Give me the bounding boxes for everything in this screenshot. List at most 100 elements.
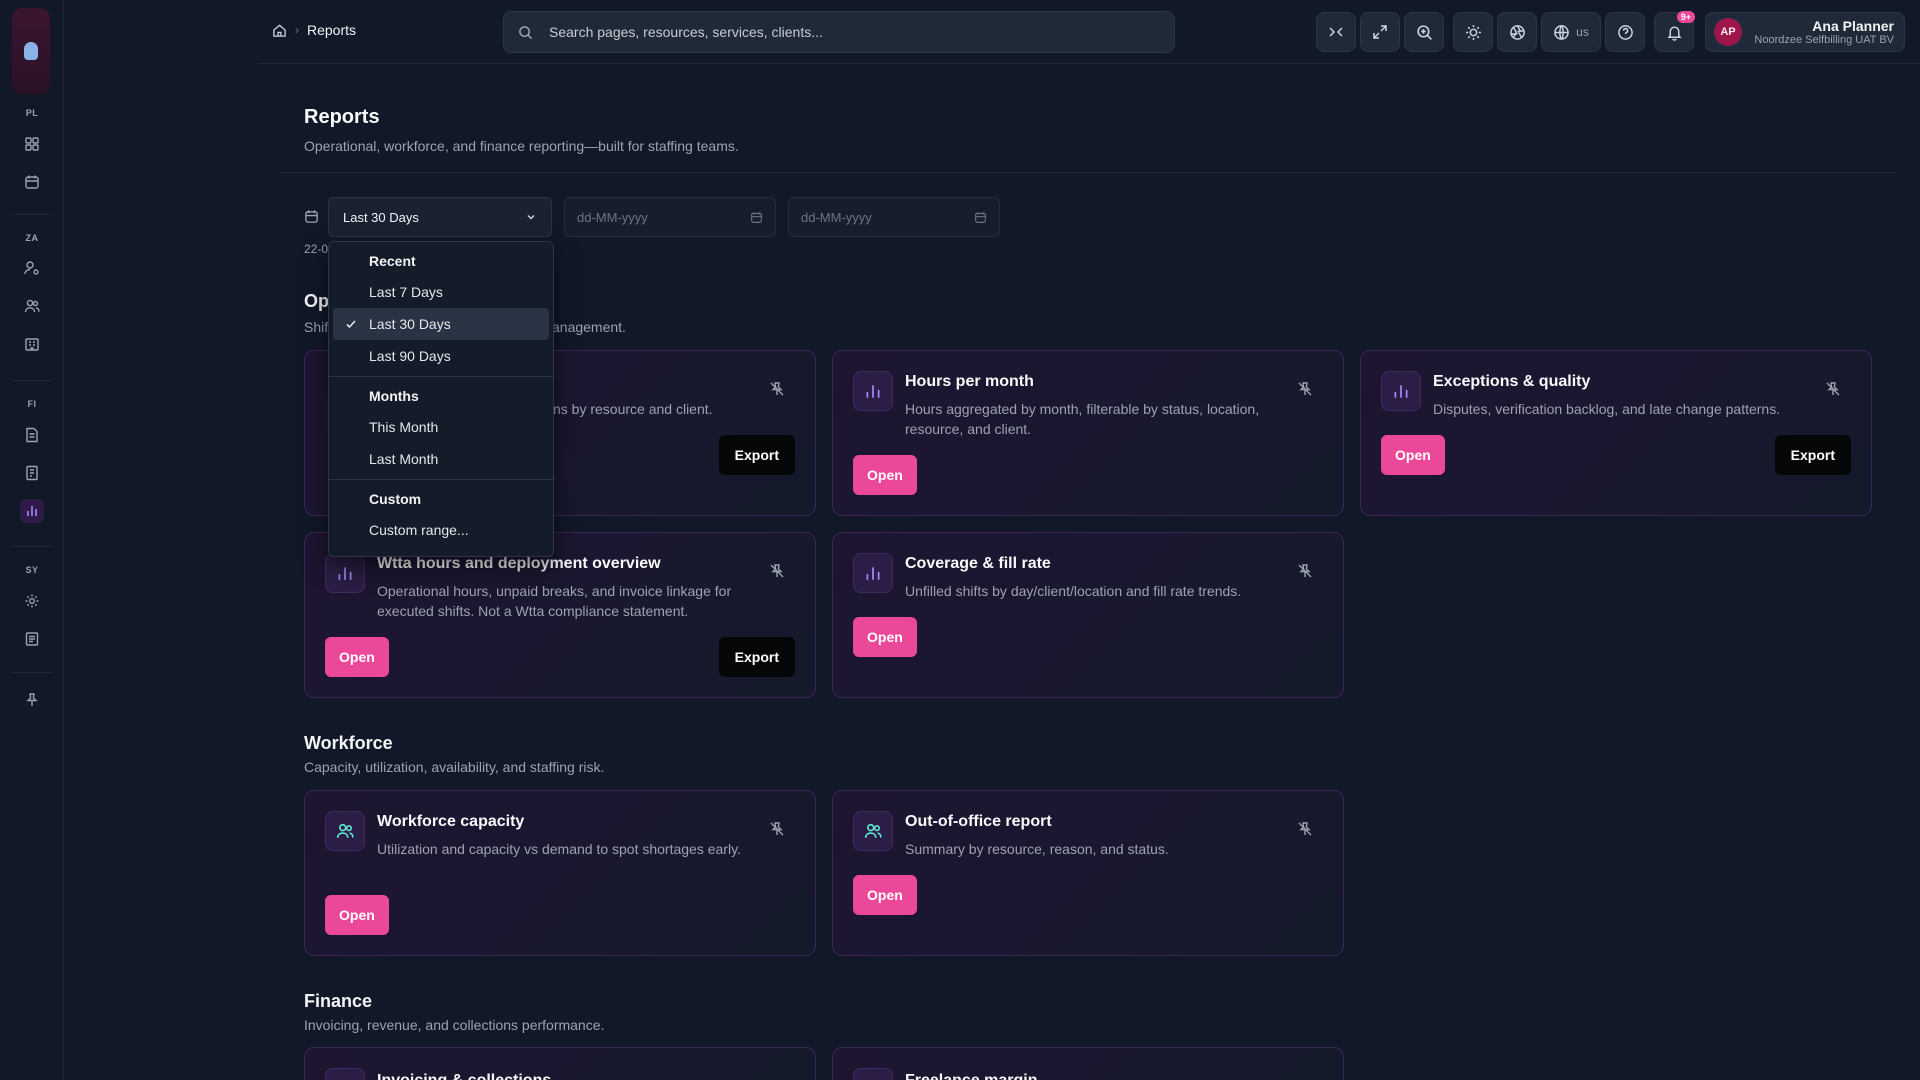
menu-item-custom-range[interactable]: Custom range...: [333, 514, 549, 546]
notification-badge: 9+: [1676, 11, 1695, 23]
home-icon[interactable]: [272, 23, 287, 38]
collapse-arrows-icon: [1329, 27, 1343, 37]
chart-icon[interactable]: [20, 499, 44, 523]
card-title: Wtta hours and deployment overview: [377, 555, 661, 572]
export-button[interactable]: Export: [1774, 435, 1851, 475]
card-description: ns by resource and client.: [553, 401, 713, 417]
menu-item-last-7-days[interactable]: Last 7 Days: [333, 276, 549, 308]
calendar-icon[interactable]: [20, 170, 44, 194]
invoice-icon[interactable]: [20, 423, 44, 447]
users-icon[interactable]: [20, 294, 44, 318]
settings-icon[interactable]: [20, 589, 44, 613]
sidebar-rail: PL ZA FI SY: [0, 0, 64, 1080]
fullscreen-button[interactable]: [1360, 12, 1400, 52]
bar-chart-icon: [1381, 371, 1421, 411]
date-range-select[interactable]: Last 30 Days: [328, 197, 552, 237]
card-description: Utilization and capacity vs demand to sp…: [377, 841, 741, 857]
logs-icon[interactable]: [20, 627, 44, 651]
chevron-right-icon: ›: [295, 23, 299, 37]
language-selector[interactable]: us: [1541, 12, 1601, 52]
bell-icon: [1666, 25, 1682, 41]
export-button[interactable]: Export: [718, 435, 795, 475]
pin-off-icon[interactable]: [769, 381, 785, 397]
bar-chart-icon: [853, 553, 893, 593]
section-title-workforce: Workforce: [304, 733, 393, 753]
open-button[interactable]: Open: [1381, 435, 1445, 475]
pin-off-icon[interactable]: [1825, 381, 1841, 397]
chart-icon: [853, 1068, 893, 1080]
report-card-workforce-capacity: Workforce capacity Utilization and capac…: [304, 790, 816, 956]
menu-group-label: Custom: [369, 491, 422, 507]
appearance-button[interactable]: [1497, 12, 1537, 52]
help-button[interactable]: [1605, 12, 1645, 52]
rail-section-label: FI: [27, 399, 37, 409]
rail-section-label: ZA: [25, 233, 39, 243]
collapse-sidebar-button[interactable]: [1316, 12, 1356, 52]
language-code: us: [1576, 25, 1589, 39]
building-icon[interactable]: [20, 332, 44, 356]
calendar-icon: [750, 211, 763, 224]
from-date-placeholder: dd-MM-yyyy: [577, 209, 648, 225]
rail-divider: [12, 672, 52, 673]
user-menu[interactable]: AP Ana Planner Noordzee Selfbilling UAT …: [1705, 12, 1905, 52]
bar-chart-icon: [325, 553, 365, 593]
menu-item-last-90-days[interactable]: Last 90 Days: [333, 340, 549, 372]
section-title-finance: Finance: [304, 991, 373, 1011]
open-button[interactable]: Open: [853, 875, 917, 915]
card-title: Invoicing & collections: [377, 1072, 551, 1080]
menu-item-last-month[interactable]: Last Month: [333, 443, 549, 475]
help-circle-icon: [1617, 24, 1633, 40]
rail-divider: [12, 214, 52, 215]
menu-divider: [329, 376, 553, 377]
from-date-field[interactable]: dd-MM-yyyy: [564, 197, 776, 237]
zoom-button[interactable]: [1404, 12, 1444, 52]
date-range-dropdown: Recent Last 7 Days Last 30 Days Last 90 …: [328, 241, 554, 557]
pin-off-icon[interactable]: [1297, 821, 1313, 837]
sun-icon: [1465, 24, 1481, 40]
receipt-icon[interactable]: [20, 461, 44, 485]
menu-divider: [329, 479, 553, 480]
search-input[interactable]: [549, 24, 1109, 40]
receipt-icon: [325, 1068, 365, 1080]
open-button[interactable]: Open: [853, 617, 917, 657]
check-icon: [345, 318, 357, 330]
pin-off-icon[interactable]: [1297, 563, 1313, 579]
date-range-value: Last 30 Days: [343, 209, 419, 225]
pin-off-icon[interactable]: [769, 821, 785, 837]
section-title-operations: Op: [304, 291, 329, 311]
top-header: › Reports us 9+ AP Ana Planner Noordzee …: [257, 0, 1920, 64]
notifications-button[interactable]: 9+: [1654, 11, 1695, 52]
pin-off-icon[interactable]: [1297, 381, 1313, 397]
to-date-field[interactable]: dd-MM-yyyy: [788, 197, 1000, 237]
pin-off-icon[interactable]: [769, 563, 785, 579]
user-cog-icon[interactable]: [20, 256, 44, 280]
to-date-placeholder: dd-MM-yyyy: [801, 209, 872, 225]
bar-chart-icon: [853, 371, 893, 411]
open-button[interactable]: Open: [853, 455, 917, 495]
section-subtitle-workforce: Capacity, utilization, availability, and…: [304, 759, 605, 775]
open-button[interactable]: Open: [325, 637, 389, 677]
card-description: Hours aggregated by month, filterable by…: [905, 401, 1260, 437]
users-icon: [853, 811, 893, 851]
menu-item-this-month[interactable]: This Month: [333, 411, 549, 443]
open-button[interactable]: Open: [325, 895, 389, 935]
rail-section-label: PL: [25, 108, 39, 118]
zoom-in-icon: [1416, 24, 1432, 40]
card-description: Summary by resource, reason, and status.: [905, 841, 1169, 857]
report-card-hours-per-month: Hours per month Hours aggregated by mont…: [832, 350, 1344, 516]
calendar-icon: [304, 209, 319, 224]
dashboard-icon[interactable]: [20, 132, 44, 156]
divider: [280, 172, 1895, 173]
card-description: Disputes, verification backlog, and late…: [1433, 401, 1781, 417]
card-description: Operational hours, unpaid breaks, and in…: [377, 583, 732, 619]
expand-icon: [1373, 25, 1387, 39]
date-range-summary: 22-0: [304, 242, 328, 256]
theme-toggle-button[interactable]: [1453, 12, 1493, 52]
pin-icon[interactable]: [20, 688, 44, 712]
page-subtitle: Operational, workforce, and finance repo…: [304, 138, 739, 154]
app-logo[interactable]: [12, 8, 50, 94]
global-search[interactable]: [503, 11, 1175, 53]
export-button[interactable]: Export: [718, 637, 795, 677]
menu-item-last-30-days[interactable]: Last 30 Days: [333, 308, 549, 340]
card-title: Freelance margin: [905, 1072, 1038, 1080]
